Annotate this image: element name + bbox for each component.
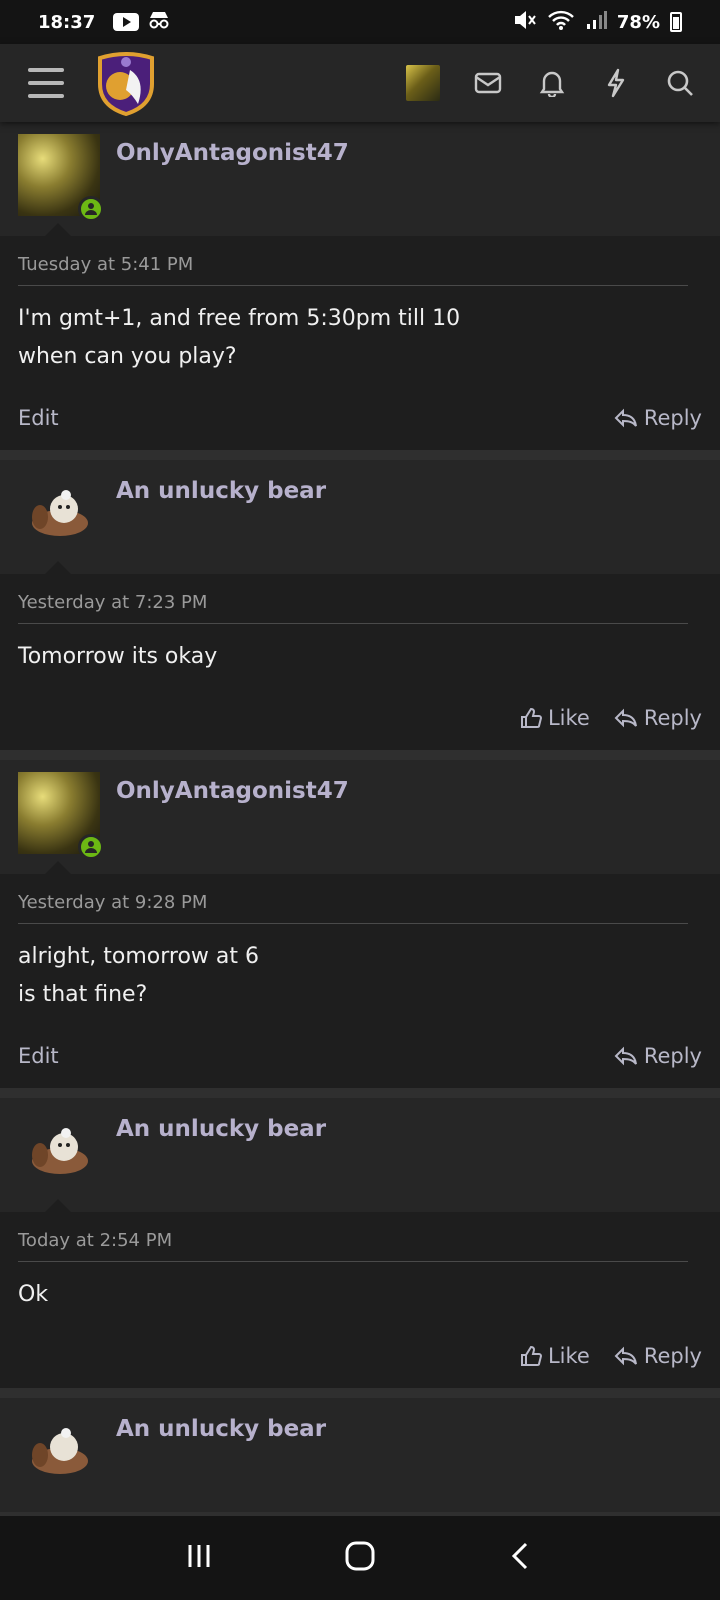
thread-content: OnlyAntagonist47 Tuesday at 5:41 PM I'm … [0, 122, 720, 1516]
reply-label: Reply [643, 1344, 702, 1368]
reply-button[interactable]: Reply [614, 1344, 702, 1368]
author-name[interactable]: OnlyAntagonist47 [116, 778, 349, 862]
post: OnlyAntagonist47 Yesterday at 9:28 PM al… [0, 760, 720, 1098]
post-date[interactable]: Tuesday at 5:41 PM [18, 254, 688, 286]
author-name[interactable]: An unlucky bear [116, 478, 326, 562]
author-name[interactable]: An unlucky bear [116, 1416, 326, 1500]
caret [44, 561, 72, 575]
like-button[interactable]: Like [520, 706, 590, 730]
author-avatar[interactable] [18, 772, 104, 860]
app-header [0, 44, 720, 122]
battery-level: 78% [616, 11, 660, 33]
reply-icon [614, 708, 637, 728]
post-date[interactable]: Yesterday at 9:28 PM [18, 892, 688, 924]
reply-icon [614, 408, 637, 428]
reply-icon [614, 1346, 637, 1366]
author-avatar[interactable] [18, 1110, 100, 1192]
reply-label: Reply [643, 406, 702, 430]
home-icon[interactable] [343, 1539, 377, 1577]
post-text: Ok [18, 1282, 49, 1307]
post-date[interactable]: Today at 2:54 PM [18, 1230, 688, 1262]
caret [44, 861, 72, 875]
author-name[interactable]: OnlyAntagonist47 [116, 140, 349, 224]
post: An unlucky bear Today at 2:54 PM Ok Like… [0, 1098, 720, 1398]
caret [44, 1199, 72, 1213]
status-bar: 18:37 78% [0, 0, 720, 44]
edit-button[interactable]: Edit [18, 1044, 59, 1068]
post-author: OnlyAntagonist47 [0, 122, 720, 237]
edit-button[interactable]: Edit [18, 406, 59, 430]
post-text: alright, tomorrow at 6 is that fine? [18, 944, 260, 1007]
author-avatar[interactable] [18, 134, 104, 222]
wifi-icon [547, 9, 575, 36]
online-indicator-icon [78, 834, 104, 860]
user-avatar[interactable] [406, 65, 440, 101]
post-author: An unlucky bear [0, 460, 720, 575]
incognito-icon [147, 10, 171, 35]
thumbs-up-icon [520, 1345, 542, 1366]
recent-apps-icon[interactable] [184, 1541, 214, 1575]
online-indicator-icon [78, 196, 104, 222]
search-icon[interactable] [664, 67, 696, 99]
author-name[interactable]: An unlucky bear [116, 1116, 326, 1200]
like-label: Like [547, 706, 590, 730]
post-text: Tomorrow its okay [18, 644, 218, 669]
reply-button[interactable]: Reply [614, 406, 702, 430]
bolt-icon[interactable] [600, 67, 632, 99]
clock: 18:37 [38, 11, 96, 33]
author-avatar[interactable] [18, 1410, 100, 1492]
system-navigation-bar [0, 1516, 720, 1600]
like-button[interactable]: Like [520, 1344, 590, 1368]
post-text: I'm gmt+1, and free from 5:30pm till 10 … [18, 306, 461, 369]
reply-label: Reply [643, 706, 702, 730]
site-logo[interactable] [94, 50, 158, 117]
thumbs-up-icon [520, 707, 542, 728]
reply-icon [614, 1046, 637, 1066]
reply-button[interactable]: Reply [614, 1044, 702, 1068]
battery-icon [670, 12, 682, 32]
reply-label: Reply [643, 1044, 702, 1068]
menu-icon[interactable] [28, 68, 64, 98]
envelope-icon[interactable] [472, 67, 504, 99]
mute-icon [513, 9, 537, 36]
back-icon[interactable] [506, 1541, 536, 1575]
caret [44, 223, 72, 237]
reply-button[interactable]: Reply [614, 706, 702, 730]
youtube-icon [113, 13, 140, 31]
bell-icon[interactable] [536, 67, 568, 99]
post-author: An unlucky bear [0, 1098, 720, 1213]
post: An unlucky bear [0, 1398, 720, 1516]
post-author: OnlyAntagonist47 [0, 760, 720, 875]
signal-icon [585, 9, 607, 36]
post-author: An unlucky bear [0, 1398, 720, 1512]
author-avatar[interactable] [18, 472, 100, 554]
post: OnlyAntagonist47 Tuesday at 5:41 PM I'm … [0, 122, 720, 460]
like-label: Like [547, 1344, 590, 1368]
post: An unlucky bear Yesterday at 7:23 PM Tom… [0, 460, 720, 760]
post-date[interactable]: Yesterday at 7:23 PM [18, 592, 688, 624]
